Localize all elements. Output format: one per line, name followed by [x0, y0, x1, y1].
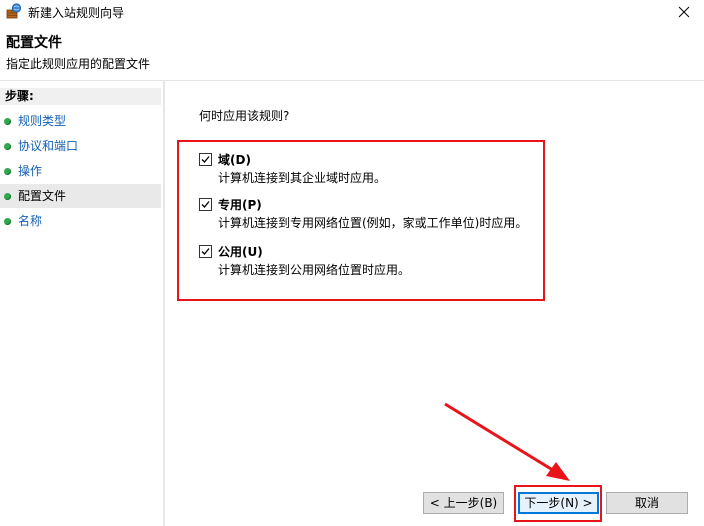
sidebar-item-label: 名称	[18, 214, 43, 228]
step-bullet-icon	[4, 168, 11, 175]
step-bullet-icon	[4, 218, 11, 225]
close-button[interactable]	[664, 0, 704, 24]
page-description: 指定此规则应用的配置文件	[6, 57, 151, 71]
firewall-wizard-icon	[6, 3, 22, 19]
steps-heading: 步骤:	[0, 88, 161, 105]
step-bullet-icon	[4, 118, 11, 125]
sidebar-item-profile[interactable]: 配置文件	[0, 184, 161, 208]
close-icon	[678, 6, 690, 18]
sidebar-item-label: 配置文件	[18, 189, 67, 203]
page-title: 配置文件	[6, 35, 62, 51]
steps-sidebar: 步骤: 规则类型 协议和端口 操作 配置文件 名称	[0, 81, 163, 526]
sidebar-item-rule-type[interactable]: 规则类型	[0, 109, 161, 133]
cancel-button[interactable]: 取消	[606, 492, 688, 514]
sidebar-item-protocol-ports[interactable]: 协议和端口	[0, 134, 161, 158]
window-title: 新建入站规则向导	[28, 6, 125, 20]
step-bullet-icon	[4, 143, 11, 150]
next-button[interactable]: 下一步(N) >	[518, 492, 599, 514]
sidebar-item-label: 规则类型	[18, 114, 67, 128]
options-highlight-box	[177, 140, 545, 301]
sidebar-item-name[interactable]: 名称	[0, 209, 161, 233]
question-text: 何时应用该规则?	[199, 109, 290, 123]
title-bar: 新建入站规则向导	[0, 0, 704, 24]
wizard-header: 配置文件 指定此规则应用的配置文件	[0, 24, 704, 80]
back-button[interactable]: < 上一步(B)	[423, 492, 504, 514]
sidebar-item-label: 操作	[18, 164, 43, 178]
step-bullet-icon	[4, 193, 11, 200]
sidebar-item-action[interactable]: 操作	[0, 159, 161, 183]
sidebar-item-label: 协议和端口	[18, 139, 79, 153]
